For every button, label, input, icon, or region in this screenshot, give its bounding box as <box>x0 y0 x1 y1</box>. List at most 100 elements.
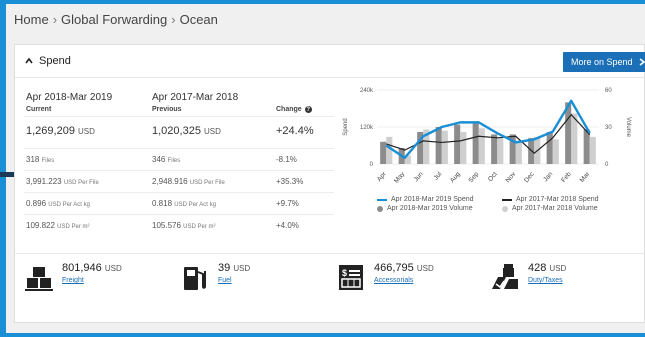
breadcrumb-ocean: Ocean <box>179 12 218 27</box>
breadcrumb-home[interactable]: Home <box>14 12 49 27</box>
bar-volume-previous <box>386 136 393 164</box>
accessorials-link[interactable]: Accessorials <box>374 277 434 284</box>
value: 2,948.916 <box>152 177 188 186</box>
table-row: 109.822 USD Per m² 105.576 USD Per m² +4… <box>24 214 334 236</box>
legend-item: Apr 2017-Mar 2018 Volume <box>502 205 598 212</box>
legend-label: Apr 2017-Mar 2018 Spend <box>516 196 599 203</box>
value: 109.822 <box>26 221 55 230</box>
bar-volume-current <box>491 134 498 164</box>
y2-axis-label: Volume <box>625 117 631 138</box>
bar-volume-previous <box>515 140 522 164</box>
bar-volume-current <box>454 124 461 164</box>
cell-change: +24.4% <box>276 125 314 137</box>
x-tick-label: Mar <box>579 170 592 184</box>
x-tick-label: Oct <box>487 171 499 183</box>
duty-taxes-link[interactable]: Duty/Taxes <box>528 277 566 284</box>
breadcrumb-global-forwarding[interactable]: Global Forwarding <box>61 12 167 27</box>
more-on-spend-button[interactable]: More on Spend <box>563 52 645 72</box>
svg-text:$: $ <box>342 268 347 278</box>
metric-accessorials: $ 466,795 USD Accessorials <box>336 262 434 292</box>
x-tick-label: Feb <box>560 170 573 183</box>
cell-previous: 2,948.916 USD Per File <box>152 177 225 186</box>
x-tick-label: Nov <box>504 170 517 184</box>
cell-change: -8.1% <box>276 155 297 164</box>
frame-left-border <box>0 0 6 337</box>
legend-label: Apr 2018-Mar 2019 Volume <box>387 205 473 212</box>
x-tick-label: Jun <box>413 170 425 183</box>
x-tick-label: May <box>393 170 407 184</box>
y-tick-label: 120k <box>360 125 374 131</box>
unit: USD <box>549 264 567 273</box>
x-tick-label: Aug <box>449 171 462 185</box>
unit: USD <box>78 127 95 136</box>
bar-volume-previous <box>552 139 559 164</box>
table-row: 0.896 USD Per Act kg 0.818 USD Per Act k… <box>24 192 334 214</box>
more-on-spend-label: More on Spend <box>571 57 633 67</box>
metric-fuel: 39 USD Fuel <box>180 262 250 292</box>
unit: USD <box>104 264 122 273</box>
cell-previous: 0.818 USD Per Act kg <box>152 199 216 208</box>
cell-current: 1,269,209 USD <box>26 125 95 137</box>
frame-notch <box>0 172 14 177</box>
legend-item: Apr 2018-Mar 2019 Spend <box>377 196 474 203</box>
unit: Files <box>167 158 181 164</box>
breadcrumb-separator: › <box>171 12 176 27</box>
value: 105.576 <box>152 221 181 230</box>
amount: 39 <box>218 262 231 274</box>
column-current: Current <box>26 106 52 113</box>
spend-toggle[interactable]: Spend <box>25 55 71 67</box>
info-icon[interactable]: ? <box>304 106 312 113</box>
card-title: Spend <box>39 55 71 67</box>
cell-previous: 105.576 USD Per m² <box>152 221 216 230</box>
x-tick-label: Apr <box>376 170 388 183</box>
spend-card-header: Spend More on Spend <box>15 45 645 78</box>
bar-volume-current <box>380 141 387 164</box>
fuel-link[interactable]: Fuel <box>218 277 250 284</box>
y-tick-label: 240k <box>360 88 374 94</box>
column-previous: Previous <box>152 106 182 113</box>
cell-previous: 1,020,325 USD <box>152 125 221 137</box>
fuel-icon <box>184 267 206 290</box>
unit: USD Per m² <box>57 224 90 230</box>
bar-volume-current <box>583 129 590 164</box>
legend-line-swatch <box>377 198 387 201</box>
bar-volume-previous <box>478 128 485 164</box>
frame-bottom-border <box>0 333 645 337</box>
bar-volume-previous <box>589 136 596 164</box>
freight-icon <box>25 267 53 291</box>
cell-current: 318 Files <box>26 155 54 164</box>
unit: USD Per File <box>189 180 225 186</box>
cell-change: +35.3% <box>276 177 304 186</box>
legend-dot-swatch <box>377 205 383 212</box>
breadcrumb: Home › Global Forwarding › Ocean <box>14 12 221 27</box>
value: 1,020,325 <box>152 125 201 137</box>
unit: USD Per Act kg <box>48 202 90 208</box>
x-tick-label: Sep <box>467 171 480 185</box>
value: 346 <box>152 155 166 164</box>
x-tick-label: Jan <box>542 170 554 183</box>
y-tick-label: 0 <box>370 162 374 168</box>
freight-link[interactable]: Freight <box>62 277 122 284</box>
cell-change: +9.7% <box>276 199 299 208</box>
bar-volume-current <box>435 127 442 164</box>
unit: USD Per m² <box>183 224 216 230</box>
amount: 428 <box>528 262 547 274</box>
unit: USD <box>233 264 251 273</box>
column-change: Change ? <box>276 106 312 113</box>
column-change-label: Change <box>276 106 302 113</box>
accessorials-icon: $ <box>339 265 363 290</box>
x-tick-label: Jul <box>433 170 444 181</box>
value: 3,991.223 <box>26 177 62 186</box>
bar-volume-current <box>546 131 553 164</box>
cell-current: 0.896 USD Per Act kg <box>26 199 90 208</box>
duty-taxes-icon <box>492 264 518 289</box>
metric-freight: 801,946 USD Freight <box>24 262 122 292</box>
legend-label: Apr 2017-Mar 2018 Volume <box>512 205 598 212</box>
breadcrumb-separator: › <box>52 12 58 27</box>
value: 0.896 <box>26 199 47 208</box>
metric-value: 801,946 USD <box>62 262 122 274</box>
unit: Files <box>41 158 55 164</box>
x-tick-label: Dec <box>523 170 536 184</box>
value: 0.818 <box>152 199 173 208</box>
cell-current: 109.822 USD Per m² <box>26 221 90 230</box>
